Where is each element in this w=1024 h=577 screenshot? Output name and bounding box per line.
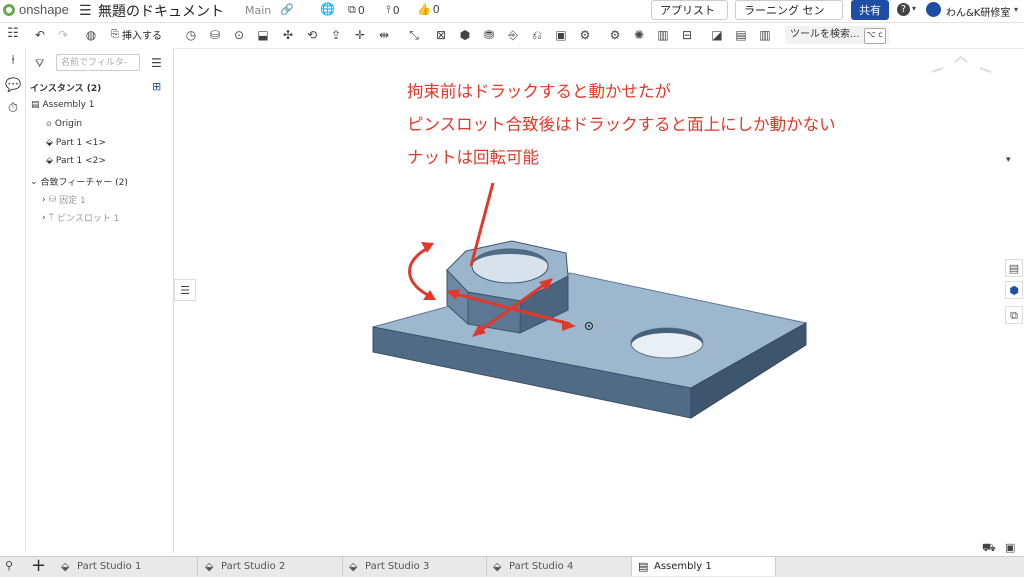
quick-tab-icon[interactable]: ▣ bbox=[1005, 541, 1015, 554]
assembly-icon: ▤ bbox=[638, 560, 649, 573]
part-studio-icon: ⬙ bbox=[493, 560, 502, 573]
view-nav-hint bbox=[931, 55, 992, 73]
tab-part-studio-4[interactable]: ⬙ Part Studio 4 bbox=[487, 557, 632, 576]
part-studio-icon: ⬙ bbox=[61, 560, 70, 573]
add-tab-icon[interactable]: + bbox=[31, 555, 46, 576]
tab-part-studio-3[interactable]: ⬙ Part Studio 3 bbox=[343, 557, 487, 576]
mate-values-icon[interactable]: ⧉ bbox=[1005, 306, 1023, 324]
annotation-line-1: 拘束前はドラックすると動かせたが bbox=[407, 82, 671, 101]
tab-assembly-1[interactable]: ▤ Assembly 1 bbox=[632, 557, 776, 576]
tab-manager-icon[interactable]: ⚲ bbox=[5, 559, 13, 572]
annotation-line-3: ナットは回転可能 bbox=[407, 148, 539, 167]
part-studio-icon: ⬙ bbox=[349, 560, 358, 573]
tab-label: Part Studio 4 bbox=[509, 561, 574, 572]
tab-part-studio-1[interactable]: ⬙ Part Studio 1 bbox=[55, 557, 198, 576]
properties-icon[interactable]: ▤ bbox=[1005, 259, 1023, 277]
tab-label: Assembly 1 bbox=[654, 561, 712, 572]
tab-label: Part Studio 2 bbox=[221, 561, 286, 572]
annotation-line-2: ピンスロット合致後はドラックすると面上にしか動かない bbox=[407, 115, 836, 134]
simulation-tab-icon[interactable]: ⛟ bbox=[982, 541, 996, 556]
view-chevron-down-icon[interactable]: ▾ bbox=[1006, 155, 1011, 165]
rotation-arrow bbox=[408, 245, 433, 299]
tab-part-studio-2[interactable]: ⬙ Part Studio 2 bbox=[199, 557, 343, 576]
appearance-icon[interactable]: ⬢ bbox=[1005, 281, 1023, 299]
tab-label: Part Studio 3 bbox=[365, 561, 430, 572]
part-studio-icon: ⬙ bbox=[205, 560, 214, 573]
tab-label: Part Studio 1 bbox=[77, 561, 142, 572]
